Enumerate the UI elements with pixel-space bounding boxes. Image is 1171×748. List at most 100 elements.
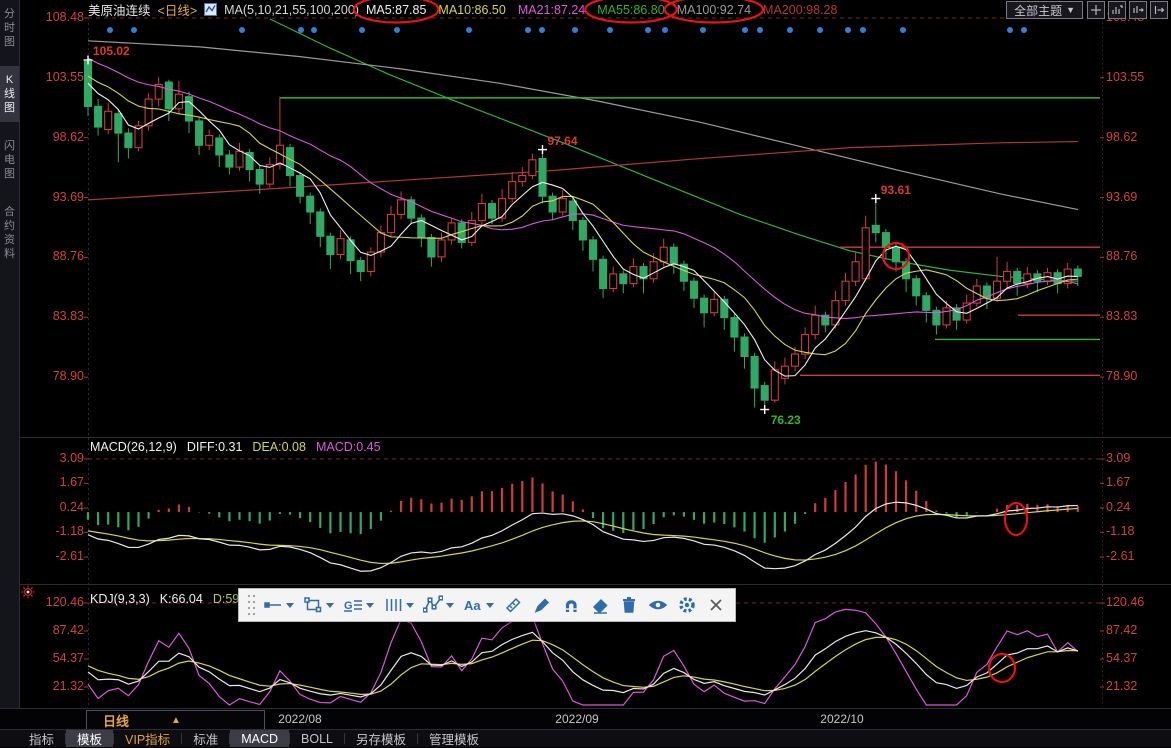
y-axis-label-right: 54.37 [1106, 651, 1168, 665]
y-axis-label-right: 88.76 [1106, 249, 1168, 263]
chart-header: 美原油连续 <日线> MA(5,10,21,55,100,200) MA5:87… [88, 0, 837, 19]
y-axis-label-left: 98.62 [24, 130, 84, 144]
y-axis-label-left: 78.90 [24, 369, 84, 383]
x-axis-date-label: 2022/08 [260, 712, 340, 726]
goto-latest-icon[interactable] [1150, 1, 1168, 19]
y-axis-label-left: 3.09 [24, 451, 84, 465]
instrument-title: 美原油连续 [88, 0, 151, 19]
svg-text:Aa: Aa [464, 598, 481, 613]
wave-tool-icon [423, 595, 443, 615]
zoom-x-icon[interactable] [1129, 1, 1147, 19]
theme-selector-button[interactable]: 全部主题 ▼ [1006, 1, 1083, 19]
period-tag: <日线> [158, 0, 198, 19]
settings-tool-icon [677, 595, 697, 615]
ma200-value: MA200:98.28 [763, 3, 837, 17]
y-axis-label-left: 87.42 [24, 623, 84, 637]
y-axis-label-right: 1.67 [1106, 475, 1168, 489]
chevron-down-icon[interactable] [366, 603, 374, 608]
y-axis-label-right: 93.69 [1106, 190, 1168, 204]
chevron-down-icon[interactable] [486, 603, 494, 608]
low-price-annotation: 76.23 [771, 413, 801, 427]
close-toolbar-icon [706, 595, 726, 615]
chevron-down-icon[interactable] [446, 603, 454, 608]
ma21-value: MA21:87.24 [518, 3, 585, 17]
chevron-down-icon[interactable] [286, 603, 294, 608]
x-axis-date-label: 2022/09 [537, 712, 617, 726]
eraser-tool-icon [590, 595, 610, 615]
y-axis-label-right: -2.61 [1106, 549, 1168, 563]
y-axis-label-right: 98.62 [1106, 130, 1168, 144]
high-price-annotation: 105.02 [93, 44, 130, 58]
ma-overlay-label: MA(5,10,21,55,100,200) [224, 3, 359, 17]
kdj-panel-header: KDJ(9,3,3) K:66.04 D:59.6 [90, 592, 250, 606]
shape-tool[interactable] [301, 594, 336, 616]
magnet-tool-icon [561, 595, 581, 615]
y-axis-label-right: 83.83 [1106, 309, 1168, 323]
y-axis-label-right: 0.24 [1106, 500, 1168, 514]
grid-lines-tool[interactable] [381, 594, 416, 616]
y-axis-label-left: 120.46 [24, 595, 84, 609]
shape-tool-icon [303, 595, 323, 615]
y-axis-label-right: -1.18 [1106, 524, 1168, 538]
top-right-controls: 全部主题 ▼ [1006, 1, 1168, 19]
ma-values: MA5:87.85MA10:86.50MA21:87.24MA55:86.80M… [366, 3, 837, 17]
high-price-annotation: 97.64 [548, 134, 578, 148]
y-axis-label-left: 83.83 [24, 309, 84, 323]
ma55-value: MA55:86.80 [597, 3, 664, 17]
chevron-down-icon: ▼ [1066, 5, 1075, 15]
zoom-y-icon[interactable] [1108, 1, 1126, 19]
line-tool-icon [263, 595, 283, 615]
macd-panel-header: MACD(26,12,9) DIFF:0.31 DEA:0.08 MACD:0.… [90, 440, 381, 454]
pencil-tool-icon [532, 595, 552, 615]
text-tool[interactable]: Aa [461, 594, 496, 616]
y-axis-label-left: 108.48 [24, 10, 84, 24]
settings-tool[interactable] [675, 594, 699, 616]
macd-dea-value: DEA:0.08 [252, 440, 306, 454]
y-axis-label-right: 103.55 [1106, 70, 1168, 84]
x-axis-date-label: 2022/10 [802, 712, 882, 726]
y-axis-label-left: 21.32 [24, 679, 84, 693]
high-price-annotation: 93.61 [881, 183, 911, 197]
visibility-tool[interactable] [646, 594, 670, 616]
kdj-k-value: K:66.04 [160, 592, 203, 606]
y-axis-label-left: -2.61 [24, 549, 84, 563]
macd-title: MACD(26,12,9) [90, 440, 177, 454]
y-axis-label-right: 78.90 [1106, 369, 1168, 383]
trash-tool-icon [619, 595, 639, 615]
close-toolbar[interactable] [704, 594, 728, 616]
y-axis-label-left: 0.24 [24, 500, 84, 514]
chevron-down-icon[interactable] [406, 603, 414, 608]
magnet-tool[interactable] [559, 594, 583, 616]
pan-icon[interactable] [1087, 1, 1105, 19]
theme-selector-label: 全部主题 [1014, 2, 1062, 19]
chevron-down-icon[interactable] [326, 603, 334, 608]
text-tool-icon: Aa [463, 595, 483, 615]
drawing-toolbar[interactable]: G Aa [238, 588, 736, 622]
ma100-value: MA100:92.74 [677, 3, 751, 17]
kdj-title: KDJ(9,3,3) [90, 592, 150, 606]
macd-diff-value: DIFF:0.31 [187, 440, 243, 454]
y-axis-label-left: 88.76 [24, 249, 84, 263]
y-axis-label-left: 1.67 [24, 475, 84, 489]
y-axis-label-right: 21.32 [1106, 679, 1168, 693]
trash-tool[interactable] [617, 594, 641, 616]
y-axis-label-right: 3.09 [1106, 451, 1168, 465]
ruler-tool[interactable] [501, 594, 525, 616]
chart-canvas[interactable] [0, 0, 1171, 747]
drag-handle-icon[interactable] [246, 593, 256, 617]
visibility-tool-icon [648, 595, 668, 615]
eraser-tool[interactable] [588, 594, 612, 616]
y-axis-label-left: 54.37 [24, 651, 84, 665]
pencil-tool[interactable] [530, 594, 554, 616]
ruler-tool-icon [503, 595, 523, 615]
y-axis-label-left: 93.69 [24, 190, 84, 204]
grid-lines-tool-icon [383, 595, 403, 615]
gann-tool[interactable]: G [341, 594, 376, 616]
y-axis-label-left: -1.18 [24, 524, 84, 538]
y-axis-label-left: 103.55 [24, 70, 84, 84]
kline-icon [204, 3, 217, 16]
gann-tool-icon: G [343, 595, 363, 615]
line-tool[interactable] [261, 594, 296, 616]
wave-tool[interactable] [421, 594, 456, 616]
macd-macd-value: MACD:0.45 [316, 440, 381, 454]
